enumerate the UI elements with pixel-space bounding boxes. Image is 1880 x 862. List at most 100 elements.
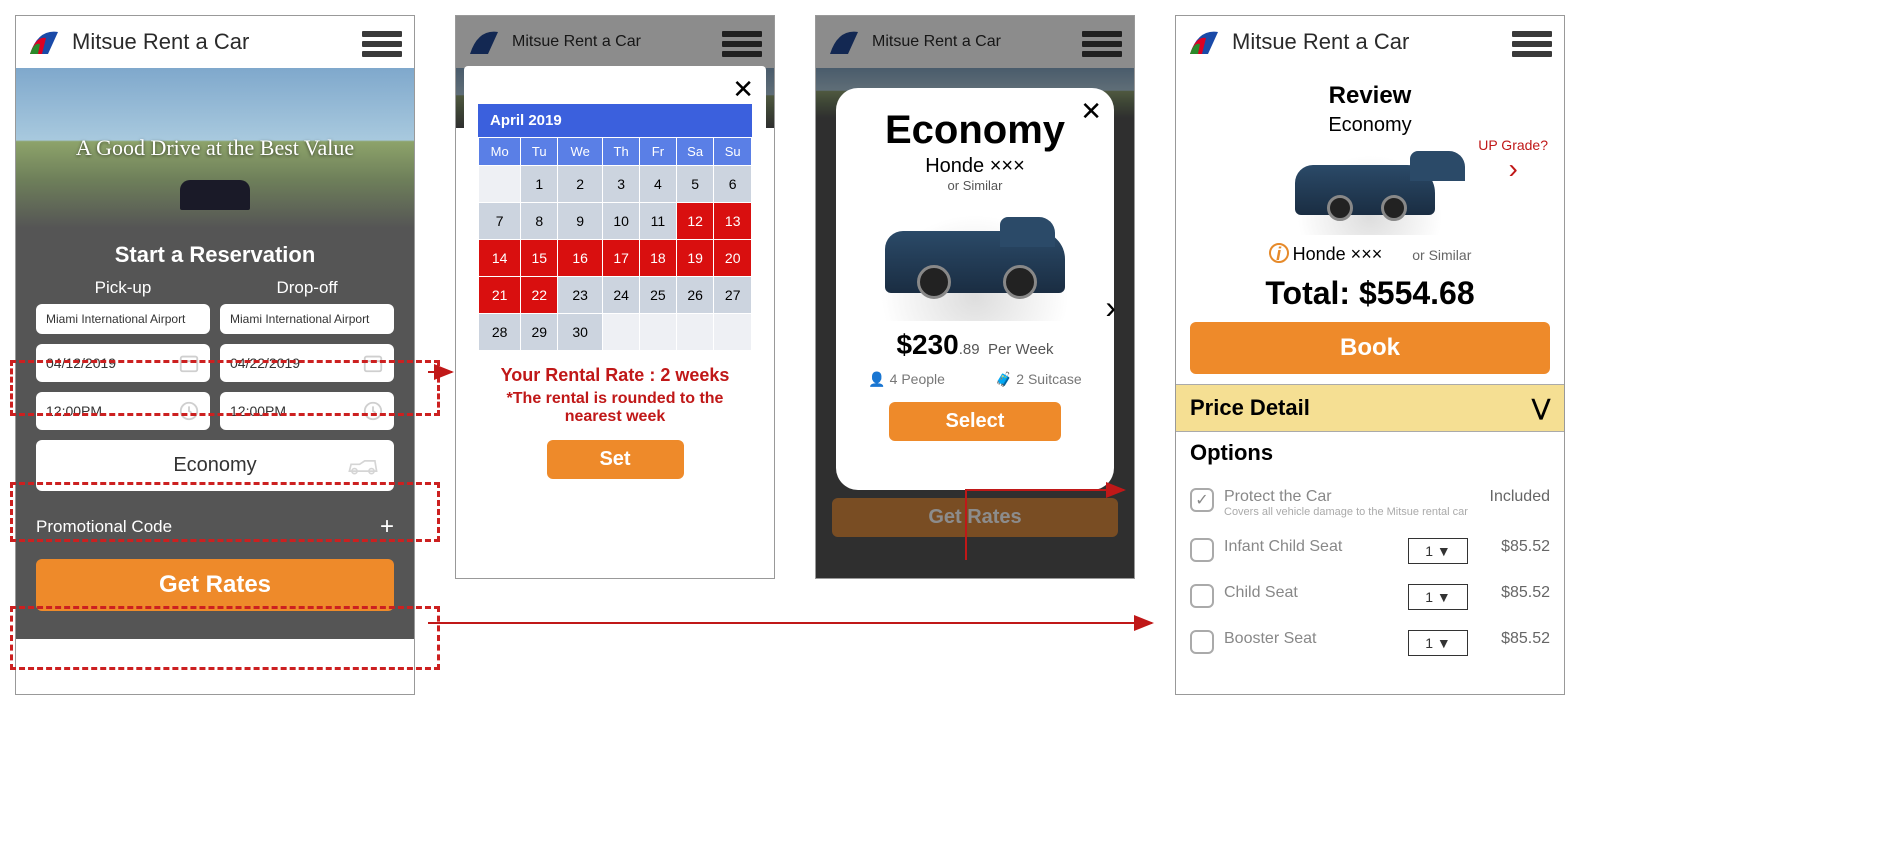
checkbox[interactable]: ✓ <box>1190 488 1214 512</box>
pickup-location-input[interactable]: Miami International Airport <box>36 304 210 334</box>
calendar-day[interactable]: 26 <box>676 277 714 314</box>
calendar-day[interactable]: 1 <box>521 166 558 203</box>
chevron-down-icon: ⋁ <box>1532 395 1550 421</box>
calendar-day[interactable]: 10 <box>603 203 640 240</box>
calendar-day[interactable]: 15 <box>521 240 558 277</box>
calendar-day[interactable]: 21 <box>479 277 521 314</box>
options-title: Options <box>1190 440 1550 466</box>
upgrade-link[interactable]: UP Grade?› <box>1478 137 1548 185</box>
chevron-right-icon: › <box>1478 153 1548 185</box>
calendar-day[interactable]: 18 <box>640 240 677 277</box>
menu-icon[interactable] <box>1512 27 1552 57</box>
people-capacity: 👤 4 People <box>868 371 945 388</box>
calendar-day[interactable] <box>676 314 714 351</box>
car-price: $230.89 Per Week <box>852 329 1098 361</box>
option-price: $85.52 <box>1478 538 1550 556</box>
plus-icon: + <box>380 513 394 541</box>
get-rates-button[interactable]: Get Rates <box>36 559 394 611</box>
review-class: Economy <box>1190 114 1550 137</box>
logo <box>28 24 64 60</box>
hero-tagline: A Good Drive at the Best Value <box>76 135 354 161</box>
info-icon[interactable]: i <box>1269 243 1289 263</box>
calendar-day[interactable]: 4 <box>640 166 677 203</box>
dropoff-time-input[interactable]: 12:00PM <box>220 392 394 430</box>
dropoff-label: Drop-off <box>220 278 394 298</box>
brand-name: Mitsue Rent a Car <box>72 29 249 55</box>
calendar-day[interactable]: 27 <box>714 277 752 314</box>
option-price: $85.52 <box>1478 630 1550 648</box>
next-car-icon[interactable]: › <box>1105 289 1116 326</box>
calendar-day[interactable]: 23 <box>558 277 603 314</box>
quantity-select[interactable]: 1 ▼ <box>1408 584 1468 610</box>
checkbox[interactable] <box>1190 630 1214 654</box>
calendar-grid[interactable]: MoTuWeThFrSaSu12345678910111213141516171… <box>478 137 752 351</box>
car-icon <box>346 454 380 478</box>
calendar-day[interactable]: 20 <box>714 240 752 277</box>
car-similar: or Similar <box>852 178 1098 193</box>
calendar-day[interactable]: 5 <box>676 166 714 203</box>
calendar-day[interactable]: 16 <box>558 240 603 277</box>
calendar-day[interactable]: 6 <box>714 166 752 203</box>
price-detail-toggle[interactable]: Price Detail⋁ <box>1176 384 1564 432</box>
calendar-modal: ✕ April 2019 MoTuWeThFrSaSu1234567891011… <box>464 66 766 558</box>
rate-message: Your Rental Rate : 2 weeks <box>482 365 748 386</box>
reservation-form: Start a Reservation Pick-up Miami Intern… <box>16 228 414 639</box>
calendar-day[interactable] <box>714 314 752 351</box>
calendar-day[interactable] <box>603 314 640 351</box>
hero-banner: A Good Drive at the Best Value <box>16 68 414 228</box>
dropoff-location-input[interactable]: Miami International Airport <box>220 304 394 334</box>
calendar-day[interactable]: 2 <box>558 166 603 203</box>
close-icon[interactable]: ✕ <box>732 74 754 105</box>
option-row: Child Seat 1 ▼ $85.52 <box>1190 574 1550 620</box>
calendar-day[interactable]: 19 <box>676 240 714 277</box>
calendar-day[interactable] <box>640 314 677 351</box>
checkbox[interactable] <box>1190 584 1214 608</box>
calendar-day[interactable]: 9 <box>558 203 603 240</box>
calendar-day[interactable]: 28 <box>479 314 521 351</box>
calendar-day[interactable]: 13 <box>714 203 752 240</box>
calendar-day[interactable]: 30 <box>558 314 603 351</box>
calendar-month: April 2019 <box>478 104 752 137</box>
reservation-title: Start a Reservation <box>36 242 394 268</box>
car-image <box>865 201 1085 321</box>
calendar-day[interactable]: 7 <box>479 203 521 240</box>
calendar-day[interactable]: 8 <box>521 203 558 240</box>
menu-icon[interactable] <box>362 27 402 57</box>
calendar-day[interactable] <box>479 166 521 203</box>
rate-note: *The rental is rounded to the nearest we… <box>478 390 752 426</box>
set-button[interactable]: Set <box>547 440 684 479</box>
option-price: $85.52 <box>1478 584 1550 602</box>
checkbox[interactable] <box>1190 538 1214 562</box>
option-row: ✓ Protect the CarCovers all vehicle dama… <box>1190 478 1550 528</box>
car-model: Honde ××× <box>852 155 1098 178</box>
car-class-title: Economy <box>852 108 1098 153</box>
pickup-date-input[interactable]: 04/12/2019 <box>36 344 210 382</box>
option-label: Protect the CarCovers all vehicle damage… <box>1224 488 1468 518</box>
select-car-button[interactable]: Select <box>889 402 1061 441</box>
dropoff-date-input[interactable]: 04/22/2019 <box>220 344 394 382</box>
option-label: Infant Child Seat <box>1224 538 1398 556</box>
close-icon[interactable]: ✕ <box>1080 96 1102 127</box>
calendar-day[interactable]: 14 <box>479 240 521 277</box>
book-button[interactable]: Book <box>1190 322 1550 374</box>
car-class-select[interactable]: Economy <box>36 440 394 491</box>
calendar-day[interactable]: 24 <box>603 277 640 314</box>
screen-car-select: Mitsue Rent a Car Get Rates ✕ Economy Ho… <box>815 15 1135 579</box>
calendar-day[interactable]: 12 <box>676 203 714 240</box>
calendar-day[interactable]: 29 <box>521 314 558 351</box>
quantity-select[interactable]: 1 ▼ <box>1408 630 1468 656</box>
calendar-day[interactable]: 25 <box>640 277 677 314</box>
option-label: Booster Seat <box>1224 630 1398 648</box>
calendar-day[interactable]: 11 <box>640 203 677 240</box>
pickup-label: Pick-up <box>36 278 210 298</box>
pickup-time-input[interactable]: 12:00PM <box>36 392 210 430</box>
quantity-select[interactable]: 1 ▼ <box>1408 538 1468 564</box>
options-section: Options ✓ Protect the CarCovers all vehi… <box>1176 432 1564 674</box>
calendar-day[interactable]: 3 <box>603 166 640 203</box>
car-card: ✕ Economy Honde ××× or Similar › $230.89… <box>836 88 1114 490</box>
review-section: Review Economy UP Grade?› iHonde ××× or … <box>1176 68 1564 384</box>
calendar-day[interactable]: 22 <box>521 277 558 314</box>
calendar-day[interactable]: 17 <box>603 240 640 277</box>
get-rates-button[interactable]: Get Rates <box>832 498 1118 537</box>
promo-code-row[interactable]: Promotional Code+ <box>36 501 394 559</box>
